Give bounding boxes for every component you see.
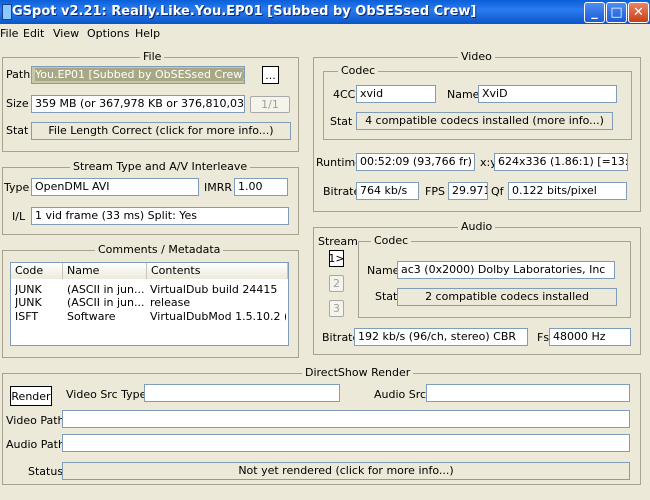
- row-3-name: Software: [67, 310, 116, 323]
- audio-src-field[interactable]: [426, 384, 630, 402]
- row-3-contents: VirtualDubMod 1.5.10.2 (...: [150, 310, 286, 323]
- row-3-code: ISFT: [15, 310, 39, 323]
- qf-label: Qf: [491, 185, 504, 198]
- row-2-contents: release: [150, 296, 191, 309]
- size-label: Size: [6, 97, 29, 110]
- row-2-code: JUNK: [15, 296, 42, 309]
- video-stat-label: Stat: [330, 115, 353, 128]
- column-header-name[interactable]: Name: [63, 263, 147, 279]
- menu-view[interactable]: View: [53, 27, 79, 40]
- status-label: Status: [28, 465, 64, 478]
- column-header-contents[interactable]: Contents: [147, 263, 288, 279]
- video-bitrate-label: Bitrate: [323, 185, 361, 198]
- video-src-label: Video Src Type: [66, 388, 147, 401]
- il-label: I/L: [12, 210, 26, 223]
- audio-stream-3-button[interactable]: 3: [329, 300, 344, 317]
- minimize-button[interactable]: _: [584, 2, 605, 23]
- audio-path-field[interactable]: [62, 434, 630, 452]
- path-value: You.EP01 [Subbed by ObSESsed Crew].avi: [35, 68, 244, 81]
- browse-button[interactable]: ...: [262, 66, 279, 84]
- video-name-field[interactable]: XviD: [478, 85, 617, 103]
- audio-stream-2-button[interactable]: 2: [329, 275, 344, 292]
- app-icon: [2, 4, 12, 20]
- column-header-code[interactable]: Code: [11, 263, 63, 279]
- path-label: Path: [6, 68, 31, 81]
- fs-field[interactable]: 48000 Hz: [549, 328, 631, 346]
- metadata-list[interactable]: Code Name Contents JUNK (ASCII in jun...…: [10, 262, 289, 346]
- window-title: GSpot v2.21: Really.Like.You.EP01 [Subbe…: [12, 4, 477, 19]
- close-button[interactable]: ✕: [628, 2, 649, 23]
- stream-label: Stream: [318, 235, 358, 248]
- comments-group-title: Comments / Metadata: [95, 243, 224, 256]
- audio-bitrate-field[interactable]: 192 kb/s (96/ch, stereo) CBR: [354, 328, 528, 346]
- menu-options[interactable]: Options: [87, 27, 129, 40]
- video-group-title: Video: [458, 50, 495, 63]
- file-group-title: File: [140, 50, 165, 63]
- title-bar: GSpot v2.21: Really.Like.You.EP01 [Subbe…: [0, 0, 650, 24]
- audio-stat-label: Stat: [375, 290, 398, 303]
- path-field[interactable]: You.EP01 [Subbed by ObSESsed Crew].avi: [31, 66, 245, 84]
- fs-label: Fs: [537, 331, 550, 344]
- row-1-name: (ASCII in jun...: [67, 283, 145, 296]
- video-src-field[interactable]: [144, 384, 340, 402]
- directshow-group-title: DirectShow Render: [302, 366, 414, 379]
- fps-label: FPS: [425, 185, 445, 198]
- imrr-field[interactable]: 1.00: [234, 178, 288, 196]
- menu-edit[interactable]: Edit: [23, 27, 44, 40]
- size-field[interactable]: 359 MB (or 367,978 KB or 376,810,034 byt…: [31, 95, 245, 113]
- video-codec-title: Codec: [338, 64, 379, 77]
- audio-stream-1-button[interactable]: 1>: [328, 250, 345, 267]
- row-1-contents: VirtualDub build 24415: [150, 283, 278, 296]
- audio-stat-field[interactable]: 2 compatible codecs installed: [397, 288, 617, 306]
- audio-group-title: Audio: [458, 220, 496, 233]
- audio-codec-title: Codec: [371, 234, 412, 247]
- type-field[interactable]: OpenDML AVI: [31, 178, 199, 196]
- video-stat-field[interactable]: 4 compatible codecs installed (more info…: [356, 112, 613, 130]
- video-name-label: Name: [447, 88, 480, 101]
- audio-src-label: Audio Src: [374, 388, 427, 401]
- runtime-field[interactable]: 00:52:09 (93,766 fr): [356, 153, 475, 171]
- row-1-code: JUNK: [15, 283, 42, 296]
- file-stat-field[interactable]: File Length Correct (click for more info…: [31, 122, 291, 140]
- part-button[interactable]: 1/1: [250, 96, 290, 113]
- qf-field[interactable]: 0.122 bits/pixel: [508, 182, 627, 200]
- imrr-label: IMRR: [204, 181, 233, 194]
- fourcc-label: 4CC: [333, 88, 356, 101]
- status-field[interactable]: Not yet rendered (click for more info...…: [62, 462, 630, 480]
- video-path-field[interactable]: [62, 410, 630, 428]
- render-button[interactable]: Render: [10, 386, 52, 406]
- video-path-label: Video Path: [6, 414, 65, 427]
- il-field[interactable]: 1 vid frame (33 ms) Split: Yes: [31, 207, 289, 225]
- audio-name-field[interactable]: ac3 (0x2000) Dolby Laboratories, Inc: [397, 261, 615, 279]
- row-2-name: (ASCII in jun...: [67, 296, 145, 309]
- menu-file[interactable]: File: [0, 27, 18, 40]
- menu-help[interactable]: Help: [135, 27, 160, 40]
- type-label: Type: [4, 181, 30, 194]
- audio-path-label: Audio Path: [6, 438, 65, 451]
- stream-group-title: Stream Type and A/V Interleave: [70, 160, 251, 173]
- fps-field[interactable]: 29.971: [448, 182, 488, 200]
- maximize-button[interactable]: □: [606, 2, 627, 23]
- video-bitrate-field[interactable]: 764 kb/s: [356, 182, 419, 200]
- audio-codec-group: [358, 241, 631, 318]
- xy-field[interactable]: 624x336 (1.86:1) [=13:7]: [494, 153, 628, 171]
- stat-label: Stat: [6, 124, 29, 137]
- audio-name-label: Name: [367, 264, 400, 277]
- fourcc-field[interactable]: xvid: [356, 85, 436, 103]
